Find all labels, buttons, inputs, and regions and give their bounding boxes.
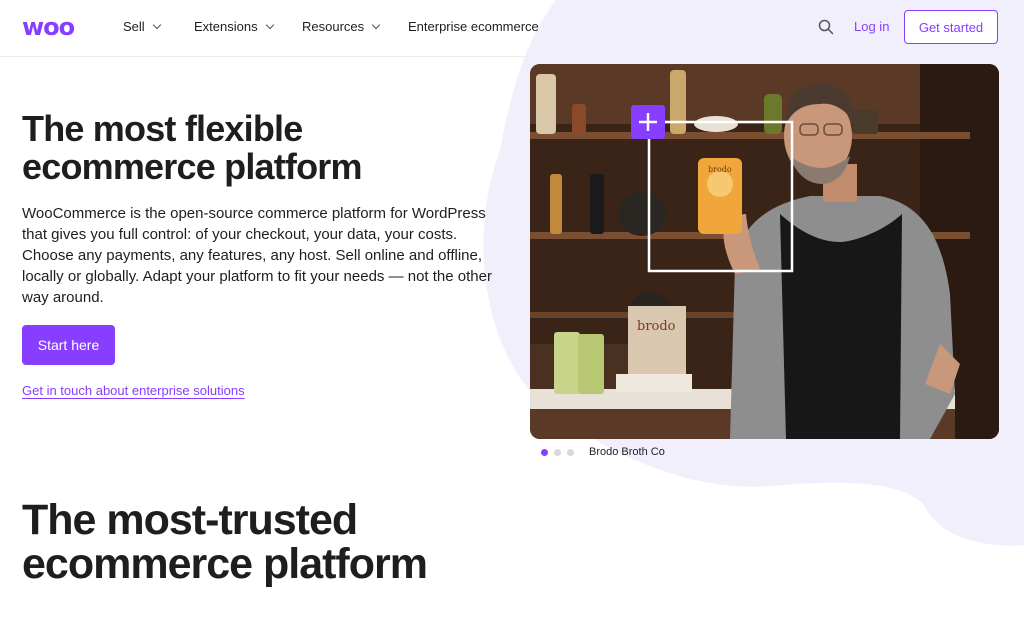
nav-enterprise-ecommerce[interactable]: Enterprise ecommerce	[408, 19, 539, 34]
section-title-line1: The most-trusted	[22, 496, 358, 544]
carousel-dot-2[interactable]	[554, 449, 561, 456]
nav-extensions-label: Extensions	[194, 19, 258, 34]
hero-description: WooCommerce is the open-source commerce …	[22, 205, 492, 306]
start-here-button[interactable]: Start here	[22, 325, 115, 365]
nav-sell[interactable]: Sell	[123, 19, 161, 34]
hero-title-line2: ecommerce platform	[22, 146, 363, 187]
enterprise-contact-link[interactable]: Get in touch about enterprise solutions	[22, 383, 245, 398]
product-box-label: brodo	[637, 319, 676, 334]
woo-logo[interactable]: woo	[22, 13, 75, 41]
nav-resources[interactable]: Resources	[302, 19, 381, 34]
chevron-down-icon	[371, 20, 381, 29]
bag-label: brodo	[708, 165, 732, 174]
chevron-down-icon	[265, 20, 274, 29]
section-title: The most-trusted ecommerce platform	[22, 498, 542, 586]
login-link[interactable]: Log in	[854, 19, 889, 34]
nav-enterprise-label: Enterprise ecommerce	[408, 19, 539, 34]
carousel-dots	[541, 449, 574, 456]
section-title-line2: ecommerce platform	[22, 540, 428, 588]
get-started-button[interactable]: Get started	[904, 10, 998, 44]
search-icon[interactable]	[818, 19, 834, 35]
image-caption: Brodo Broth Co	[589, 446, 665, 458]
nav-resources-label: Resources	[302, 19, 365, 34]
chevron-down-icon	[152, 20, 161, 29]
hero-image: brodo brodo	[530, 64, 999, 439]
nav-extensions[interactable]: Extensions	[194, 19, 274, 34]
site-header: woo Sell Extensions Resources Enterprise…	[0, 0, 1024, 56]
carousel-dot-1[interactable]	[541, 449, 548, 456]
carousel-dot-3[interactable]	[567, 449, 574, 456]
nav-sell-label: Sell	[123, 19, 145, 34]
hero-title: The most flexible ecommerce platform	[22, 110, 492, 186]
hero-title-line1: The most flexible	[22, 108, 303, 149]
header-divider	[0, 56, 530, 57]
